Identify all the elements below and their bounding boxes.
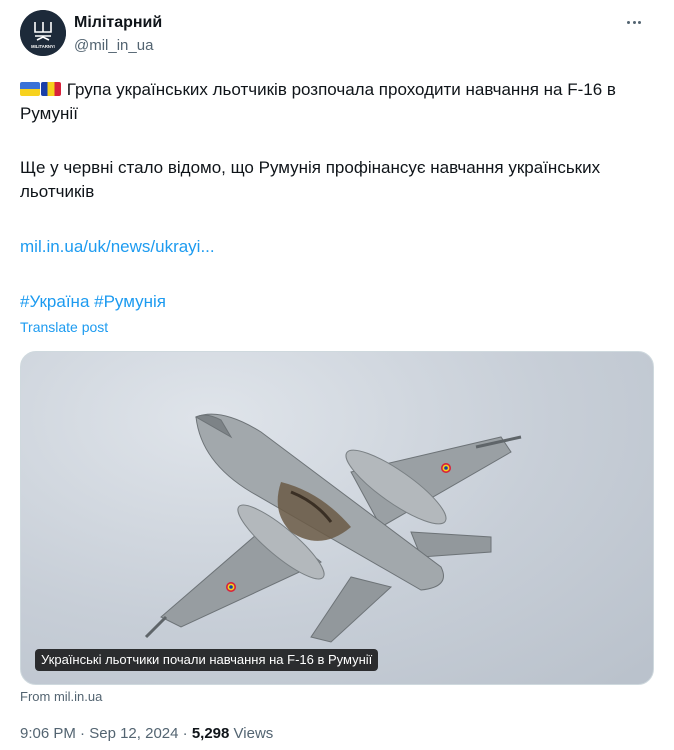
post-date[interactable]: Sep 12, 2024 (89, 725, 178, 742)
meta-separator: · (182, 725, 188, 742)
views-label: Views (233, 725, 274, 742)
hashtag-romania[interactable]: #Румунія (94, 292, 166, 311)
article-link[interactable]: mil.in.ua/uk/news/ukrayi... (20, 237, 215, 256)
link-source[interactable]: From mil.in.ua (20, 689, 102, 704)
avatar[interactable]: MILITARNYI (20, 10, 66, 56)
svg-text:MILITARNYI: MILITARNYI (31, 44, 55, 49)
post-paragraph-1: Група українських льотчиків розпочала пр… (20, 78, 654, 126)
translate-post-button[interactable]: Translate post (20, 319, 108, 335)
more-options-icon[interactable] (624, 12, 644, 32)
media-caption: Українські льотчики почали навчання на F… (35, 649, 379, 671)
romania-flag-icon (41, 82, 61, 96)
post-meta: 9:06 PM · Sep 12, 2024 · 5,298 Views (20, 725, 273, 742)
post-line-2: Ще у червні стало відомо, що Румунія про… (20, 158, 601, 201)
views-count: 5,298 (191, 725, 230, 742)
post-time[interactable]: 9:06 PM (20, 725, 76, 742)
fighter-jet-image (144, 413, 522, 643)
link-preview-card[interactable]: Українські льотчики почали навчання на F… (20, 351, 654, 685)
post-card: MILITARNYI Мілітарний @mil_in_ua Група у… (0, 0, 674, 750)
meta-separator: · (80, 725, 86, 742)
hashtag-ukraine[interactable]: #Україна (20, 292, 89, 311)
post-line-1: Група українських льотчиків розпочала пр… (20, 80, 616, 123)
ukraine-flag-icon (20, 82, 40, 96)
avatar-logo-icon: MILITARNYI (20, 10, 66, 56)
hashtags: #Україна #Румунія (20, 290, 166, 314)
author-name[interactable]: Мілітарний (74, 14, 162, 32)
author-handle[interactable]: @mil_in_ua (74, 37, 153, 54)
